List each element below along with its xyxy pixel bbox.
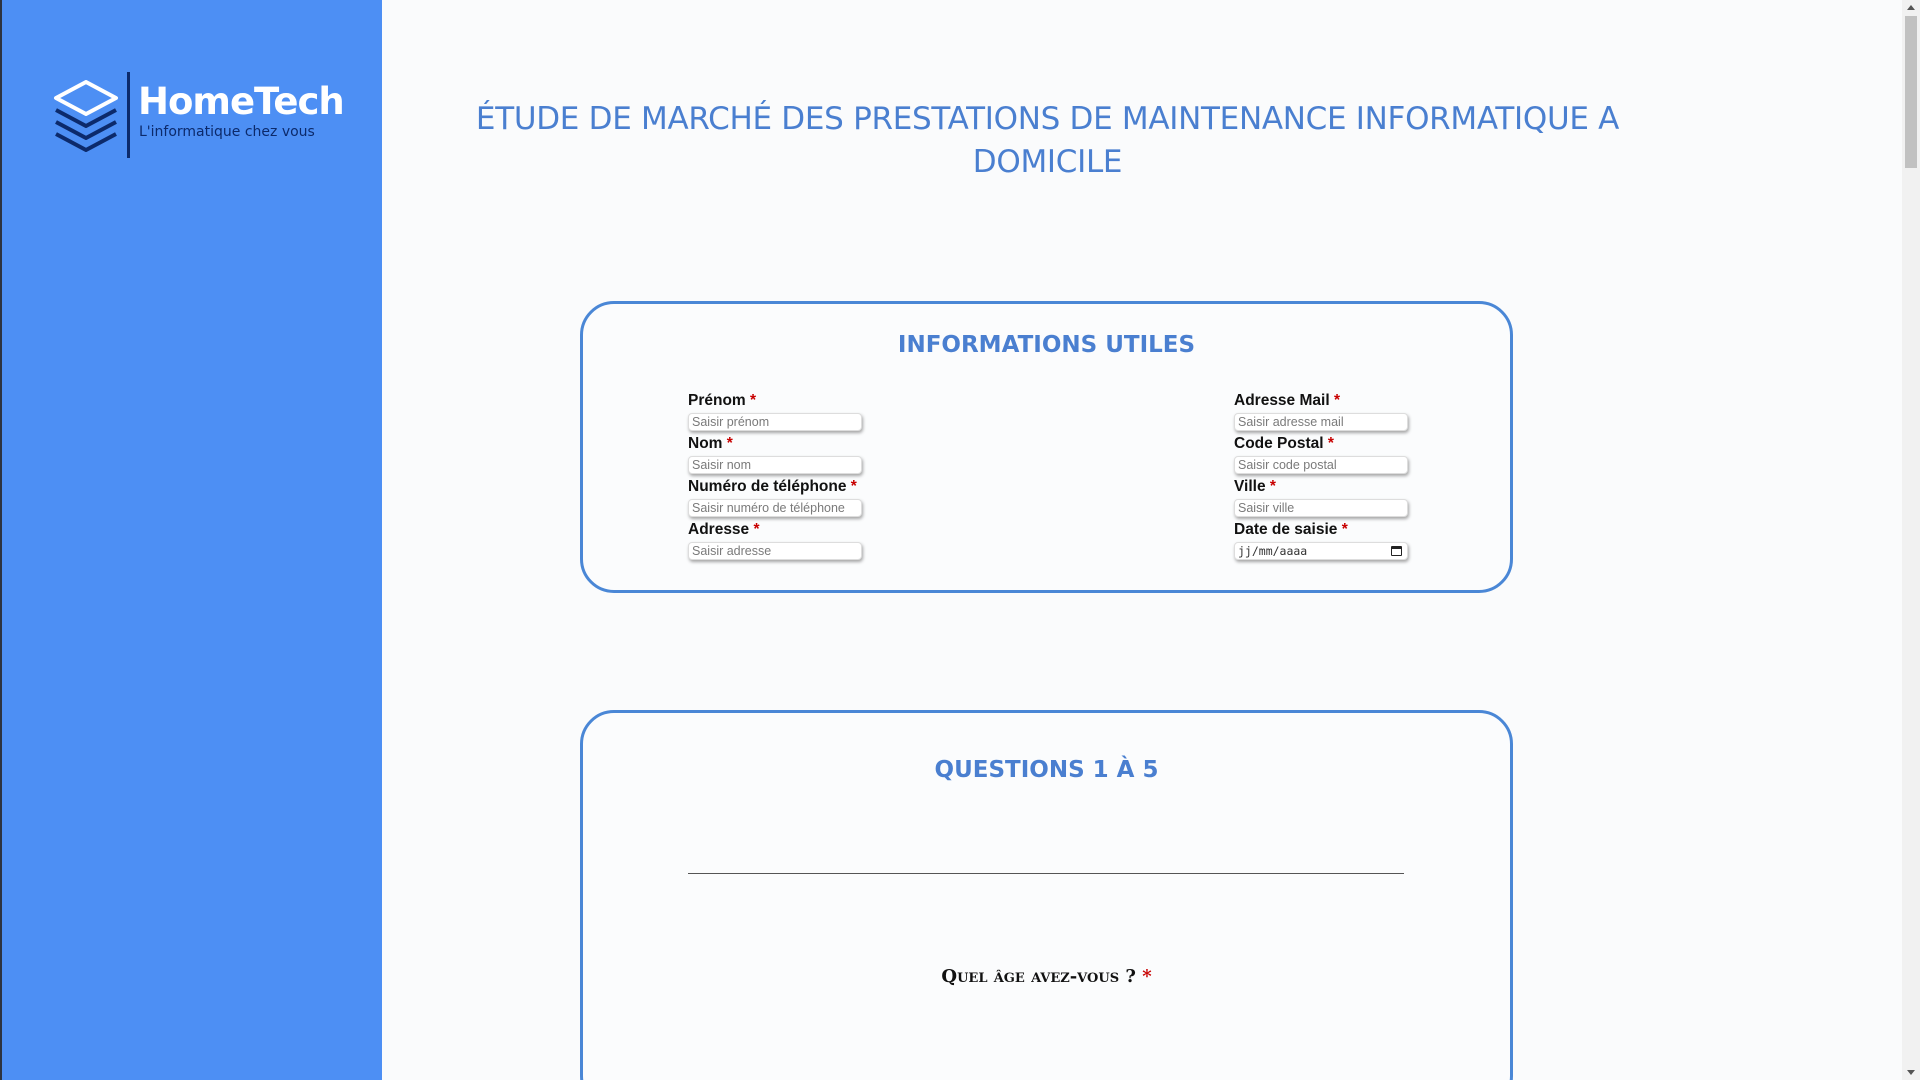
phone-input[interactable] — [688, 499, 862, 517]
brand-tagline: L'informatique chez vous — [139, 124, 315, 140]
address-field: Adresse * — [688, 520, 868, 563]
required-mark: * — [753, 521, 760, 538]
required-mark: * — [750, 392, 757, 409]
required-mark: * — [726, 435, 733, 452]
stacked-layers-icon — [54, 80, 118, 152]
address-input[interactable] — [688, 542, 862, 560]
vertical-scrollbar[interactable] — [1902, 0, 1920, 1080]
postal-code-input[interactable] — [1234, 456, 1408, 474]
questions-card: QUESTIONS 1 À 5 Quel âge avez-vous ? * — [580, 710, 1513, 1080]
city-field: Ville * — [1234, 477, 1414, 520]
info-card: INFORMATIONS UTILES Prénom * Nom * Numér… — [580, 301, 1513, 593]
entry-date-field: Date de saisie * jj/mm/aaaa — [1234, 520, 1414, 563]
logo-divider — [127, 72, 130, 158]
required-mark: * — [1333, 392, 1340, 409]
logo[interactable]: HomeTech L'informatique chez vous — [53, 72, 345, 162]
sidebar: HomeTech L'informatique chez vous — [0, 0, 382, 1080]
city-input[interactable] — [1234, 499, 1408, 517]
date-placeholder: jj/mm/aaaa — [1238, 544, 1308, 558]
right-field-column: Adresse Mail * Code Postal * Ville * Dat… — [1234, 391, 1414, 563]
required-mark: * — [1269, 478, 1276, 495]
first-name-label: Prénom — [688, 392, 746, 409]
scroll-thumb[interactable] — [1905, 16, 1917, 168]
email-label: Adresse Mail — [1234, 392, 1330, 409]
address-label: Adresse — [688, 521, 750, 538]
page-title: ÉTUDE DE MARCHÉ DES PRESTATIONS DE MAINT… — [475, 101, 1620, 180]
scroll-up-icon[interactable] — [1907, 5, 1915, 10]
required-mark: * — [1341, 521, 1348, 538]
left-field-column: Prénom * Nom * Numéro de téléphone * Adr… — [688, 391, 868, 563]
entry-date-label: Date de saisie — [1234, 521, 1338, 538]
last-name-input[interactable] — [688, 456, 862, 474]
email-input[interactable] — [1234, 413, 1408, 431]
postal-code-field: Code Postal * — [1234, 434, 1414, 477]
phone-field: Numéro de téléphone * — [688, 477, 868, 520]
question-1-text: Quel âge avez-vous ? — [941, 966, 1136, 987]
scroll-down-icon[interactable] — [1907, 1070, 1915, 1075]
city-label: Ville — [1234, 478, 1266, 495]
last-name-field: Nom * — [688, 434, 868, 477]
question-1: Quel âge avez-vous ? * — [583, 966, 1510, 987]
section-divider — [688, 873, 1404, 874]
required-mark: * — [850, 478, 857, 495]
postal-code-label: Code Postal — [1234, 435, 1324, 452]
phone-label: Numéro de téléphone — [688, 478, 847, 495]
last-name-label: Nom — [688, 435, 723, 452]
calendar-icon[interactable] — [1391, 546, 1402, 556]
questions-section-title: QUESTIONS 1 À 5 — [934, 757, 1159, 783]
email-field: Adresse Mail * — [1234, 391, 1414, 434]
brand-name: HomeTech — [138, 80, 345, 123]
required-mark: * — [1327, 435, 1334, 452]
first-name-input[interactable] — [688, 413, 862, 431]
info-section-title: INFORMATIONS UTILES — [897, 332, 1196, 358]
first-name-field: Prénom * — [688, 391, 868, 434]
entry-date-input[interactable]: jj/mm/aaaa — [1234, 542, 1408, 560]
required-mark: * — [1142, 966, 1152, 987]
